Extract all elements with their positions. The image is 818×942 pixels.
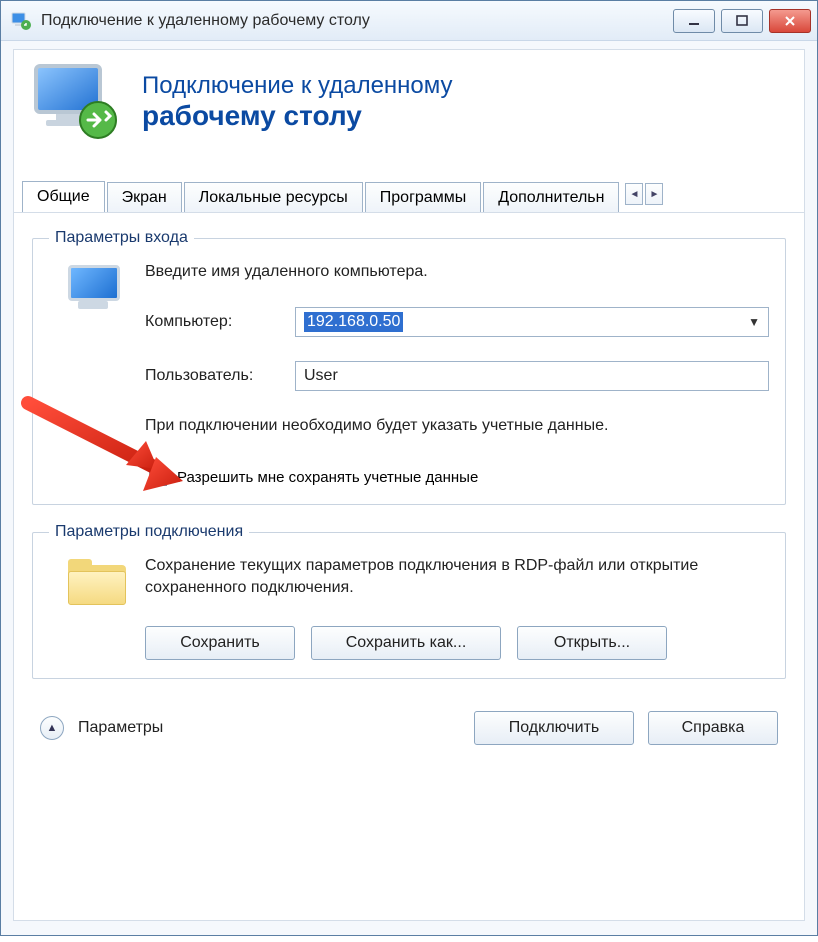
- computer-label: Компьютер:: [145, 313, 295, 331]
- dialog-footer: ▲ Параметры Подключить Справка: [32, 697, 786, 749]
- username-input[interactable]: [295, 361, 769, 391]
- computer-combobox[interactable]: 192.168.0.50 ▼: [295, 307, 769, 337]
- tab-display[interactable]: Экран: [107, 182, 182, 213]
- user-label: Пользователь:: [145, 367, 295, 385]
- app-icon: [11, 11, 31, 31]
- banner-line1: Подключение к удаленному: [142, 72, 453, 100]
- connection-legend: Параметры подключения: [49, 523, 249, 541]
- connect-button[interactable]: Подключить: [474, 711, 634, 745]
- save-as-button[interactable]: Сохранить как...: [311, 626, 501, 660]
- login-legend: Параметры входа: [49, 229, 194, 247]
- options-label: Параметры: [78, 719, 163, 737]
- tab-panel-general: Параметры входа Введите имя удаленного к…: [13, 212, 805, 921]
- save-button[interactable]: Сохранить: [145, 626, 295, 660]
- tab-scroll-right[interactable]: ►: [645, 183, 663, 205]
- rdp-banner-icon: [28, 60, 124, 144]
- tab-advanced[interactable]: Дополнительн: [483, 182, 619, 213]
- tab-strip: Общие Экран Локальные ресурсы Программы …: [13, 164, 805, 212]
- computer-icon: [49, 261, 145, 486]
- connection-text: Сохранение текущих параметров подключени…: [145, 555, 769, 598]
- chevron-down-icon: ▼: [748, 315, 760, 329]
- credentials-hint: При подключении необходимо будет указать…: [145, 415, 769, 437]
- tab-local-resources[interactable]: Локальные ресурсы: [184, 182, 363, 213]
- banner: Подключение к удаленному рабочему столу: [13, 49, 805, 164]
- login-instruction: Введите имя удаленного компьютера.: [145, 261, 769, 283]
- connection-group: Параметры подключения Сохранение текущих…: [32, 523, 786, 679]
- window-buttons: [673, 9, 811, 33]
- tab-programs[interactable]: Программы: [365, 182, 481, 213]
- save-credentials-checkbox[interactable]: [149, 468, 167, 486]
- save-credentials-label: Разрешить мне сохранять учетные данные: [177, 469, 478, 486]
- open-button[interactable]: Открыть...: [517, 626, 667, 660]
- help-button[interactable]: Справка: [648, 711, 778, 745]
- tab-general[interactable]: Общие: [22, 181, 105, 213]
- rdp-dialog-window: Подключение к удаленному рабочему столу: [0, 0, 818, 936]
- window-title: Подключение к удаленному рабочему столу: [41, 12, 673, 30]
- computer-value: 192.168.0.50: [304, 312, 403, 332]
- titlebar: Подключение к удаленному рабочему столу: [1, 1, 817, 41]
- maximize-button[interactable]: [721, 9, 763, 33]
- login-group: Параметры входа Введите имя удаленного к…: [32, 229, 786, 505]
- close-button[interactable]: [769, 9, 811, 33]
- folder-icon: [49, 555, 145, 660]
- client-area: Подключение к удаленному рабочему столу …: [1, 41, 817, 935]
- collapse-options-button[interactable]: ▲: [40, 716, 64, 740]
- minimize-button[interactable]: [673, 9, 715, 33]
- tab-scroll-left[interactable]: ◄: [625, 183, 643, 205]
- banner-line2: рабочему столу: [142, 100, 453, 132]
